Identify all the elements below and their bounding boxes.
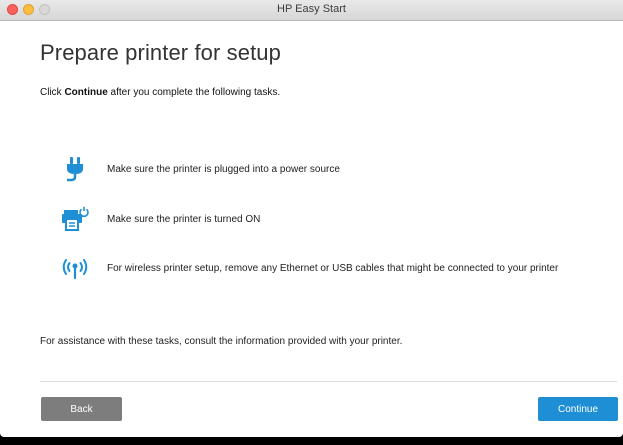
task-text: Make sure the printer is turned ON [107,213,261,225]
wireless-icon [60,254,90,282]
page-title: Prepare printer for setup [40,40,281,65]
instruction-prefix: Click [40,87,65,98]
task-text: Make sure the printer is plugged into a … [107,163,340,175]
title-bar: HP Easy Start [0,0,623,21]
instruction-bold: Continue [64,87,108,98]
footer-divider [40,381,617,382]
assistance-text: For assistance with these tasks, consult… [40,336,403,347]
power-plug-icon [60,155,90,183]
window-title: HP Easy Start [277,3,346,15]
instruction-text: Click Continue after you complete the fo… [40,87,280,98]
app-window: HP Easy Start Prepare printer for setup … [0,0,623,437]
back-button[interactable]: Back [41,397,122,421]
task-item-turn-on: Make sure the printer is turned ON [60,205,260,233]
printer-power-icon [60,205,90,233]
task-item-power: Make sure the printer is plugged into a … [60,155,340,183]
instruction-suffix: after you complete the following tasks. [107,87,281,98]
task-text: For wireless printer setup, remove any E… [107,262,559,274]
continue-button[interactable]: Continue [538,397,618,421]
task-item-wireless: For wireless printer setup, remove any E… [60,254,558,282]
